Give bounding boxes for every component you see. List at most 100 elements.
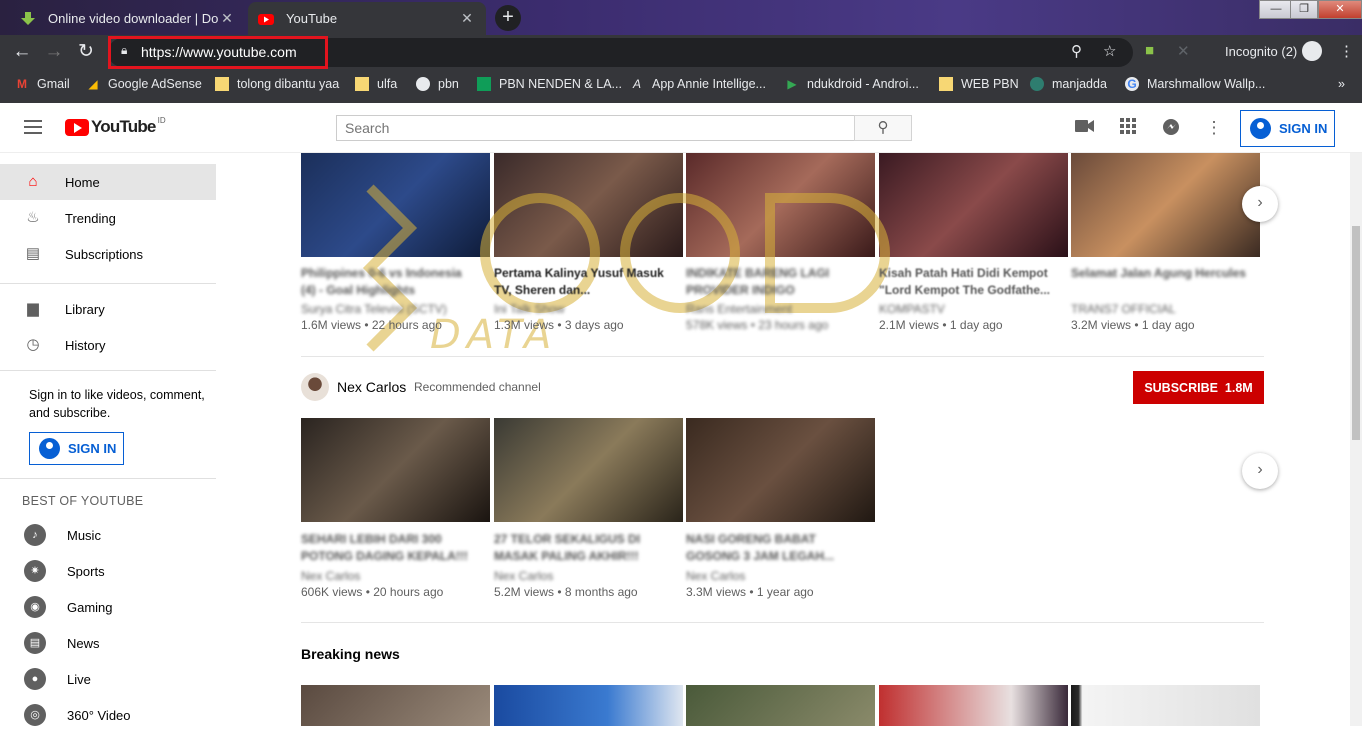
minimize-window-button[interactable]: — [1259, 0, 1293, 19]
search-button[interactable]: ⚲ [854, 115, 912, 141]
video-title[interactable]: Kisah Patah Hati Didi Kempot "Lord Kempo… [879, 265, 1057, 299]
video-title[interactable]: 27 TELOR SEKALIGUS DI MASAK PALING AKHIR… [494, 531, 672, 565]
sidebar-item-label: Live [67, 671, 91, 687]
sidebar-item-history[interactable]: ◷ History [0, 327, 216, 363]
video-title[interactable]: Selamat Jalan Agung Hercules [1071, 265, 1249, 282]
new-tab-button[interactable]: + [495, 5, 521, 31]
settings-dots-icon[interactable]: ⋮ [1203, 118, 1225, 138]
youtube-header: YouTube ID ⚲ ⋮ [0, 103, 1362, 153]
sidebar-item-label: Trending [65, 210, 116, 226]
video-title[interactable]: SEHARI LEBIH DARI 300 POTONG DAGING KEPA… [301, 531, 479, 565]
video-thumbnail[interactable] [1071, 153, 1260, 257]
sidebar-item-home[interactable]: ⌂ Home [0, 164, 216, 200]
video-thumbnail[interactable] [879, 685, 1068, 726]
scrollbar-thumb[interactable] [1352, 226, 1360, 440]
video-channel[interactable]: Nex Carlos [686, 569, 745, 583]
hamburger-menu-icon[interactable] [24, 120, 42, 134]
back-arrow-icon[interactable]: ← [10, 40, 34, 64]
video-channel[interactable]: Nex Carlos [494, 569, 553, 583]
browser-chrome: Online video downloader | Down ✕ YouTube… [0, 0, 1362, 103]
sidebar-item-subscriptions[interactable]: ▤ Subscriptions [0, 236, 216, 272]
sidebar-item-news[interactable]: ▤ News [0, 625, 216, 661]
zoom-search-icon[interactable]: ⚲ [1071, 42, 1082, 60]
incognito-label[interactable]: Incognito (2) [1225, 44, 1297, 59]
sign-in-button[interactable]: SIGN IN [1240, 110, 1335, 147]
video-title[interactable]: INDIKATE BARENG LAGI PROVIDER INDIGO [686, 265, 864, 299]
sidebar-item-music[interactable]: ♪ Music [0, 517, 216, 553]
video-thumbnail[interactable] [879, 153, 1068, 257]
video-thumbnail[interactable] [494, 685, 683, 726]
next-arrow-button[interactable]: › [1242, 186, 1278, 222]
video-thumbnail[interactable] [301, 418, 490, 522]
video-channel[interactable]: Ini Talk Show [494, 302, 564, 316]
sidebar-item-360[interactable]: ◎ 360° Video [0, 697, 216, 733]
bookmark-ndukdroid[interactable]: ▶ ndukdroid - Androi... [785, 77, 919, 91]
video-thumbnail[interactable] [1071, 685, 1260, 726]
messages-icon[interactable] [1160, 118, 1182, 141]
extension-x-icon[interactable]: ✕ [1177, 42, 1190, 60]
extension-icon[interactable]: ■ [1145, 42, 1154, 59]
video-meta: 1.6M views • 22 hours ago [301, 318, 442, 332]
video-channel[interactable]: Rans Entertainment [686, 302, 792, 316]
globe-icon [416, 77, 430, 91]
video-title[interactable]: Philippines 0-6 vs Indonesia (4) - Goal … [301, 265, 479, 299]
bookmark-sheets[interactable]: PBN NENDEN & LA... [477, 77, 622, 91]
close-tab-icon[interactable]: ✕ [218, 10, 236, 27]
sidebar-item-sports[interactable]: ✷ Sports [0, 553, 216, 589]
video-thumbnail[interactable] [494, 153, 683, 257]
sidebar-item-library[interactable]: ▆ Library [0, 291, 216, 327]
bookmark-adsense[interactable]: ◢ Google AdSense [86, 77, 201, 91]
youtube-logo[interactable]: YouTube ID [65, 116, 166, 137]
more-bookmarks-chevron-icon[interactable]: » [1338, 77, 1345, 91]
search-input[interactable] [336, 115, 855, 141]
tab-youtube[interactable]: YouTube ✕ [248, 2, 486, 35]
video-channel[interactable]: KOMPASTV [879, 302, 945, 316]
subscribe-button[interactable]: SUBSCRIBE 1.8M [1133, 371, 1264, 404]
sidebar-item-label: Library [65, 301, 105, 317]
tab-video-downloader[interactable]: Online video downloader | Down ✕ [10, 2, 246, 35]
bookmark-folder[interactable]: tolong dibantu yaa [215, 77, 339, 91]
forward-arrow-icon[interactable]: → [42, 40, 66, 64]
video-thumbnail[interactable] [494, 418, 683, 522]
next-arrow-button[interactable]: › [1242, 453, 1278, 489]
sidebar-item-gaming[interactable]: ◉ Gaming [0, 589, 216, 625]
channel-avatar[interactable] [301, 373, 329, 401]
bookmark-appannie[interactable]: A App Annie Intellige... [630, 77, 766, 91]
incognito-icon[interactable] [1302, 41, 1322, 61]
bookmark-manjadda[interactable]: manjadda [1030, 77, 1107, 91]
video-title[interactable]: NASI GORENG BABAT GOSONG 3 JAM LEGAH... [686, 531, 864, 565]
bookmark-folder[interactable]: WEB PBN [939, 77, 1019, 91]
video-channel[interactable]: TRANS7 OFFICIAL [1071, 302, 1176, 316]
bookmark-star-icon[interactable]: ☆ [1103, 42, 1116, 60]
menu-dots-icon[interactable]: ⋮ [1339, 42, 1354, 60]
sidebar-sign-in-button[interactable]: SIGN IN [29, 432, 124, 465]
video-channel[interactable]: Surya Citra Televisi (SCTV) [301, 302, 447, 316]
channel-name[interactable]: Nex Carlos [337, 379, 406, 395]
apps-grid-icon[interactable] [1117, 118, 1139, 139]
sign-in-label: SIGN IN [1279, 121, 1328, 136]
video-thumbnail[interactable] [301, 685, 490, 726]
bookmark-google[interactable]: G Marshmallow Wallp... [1125, 77, 1265, 91]
url-text[interactable]: https://www.youtube.com [141, 44, 297, 60]
maximize-window-button[interactable]: ❐ [1290, 0, 1318, 19]
video-thumbnail[interactable] [686, 685, 875, 726]
video-channel[interactable]: Nex Carlos [301, 569, 360, 583]
gaming-icon: ◉ [24, 596, 46, 618]
video-thumbnail[interactable] [686, 418, 875, 522]
section-divider [301, 622, 1264, 623]
bookmark-pbn[interactable]: pbn [416, 77, 459, 91]
sidebar-item-live[interactable]: ● Live [0, 661, 216, 697]
video-thumbnail[interactable] [686, 153, 875, 257]
reload-icon[interactable]: ↻ [74, 40, 98, 64]
folder-icon [215, 77, 229, 91]
bookmark-folder[interactable]: ulfa [355, 77, 397, 91]
sidebar-item-label: News [67, 635, 100, 651]
sidebar-item-trending[interactable]: ♨ Trending [0, 200, 216, 236]
video-thumbnail[interactable] [301, 153, 490, 257]
create-video-icon[interactable] [1074, 118, 1096, 138]
video-title[interactable]: Pertama Kalinya Yusuf Masuk TV, Sheren d… [494, 265, 672, 299]
close-tab-icon[interactable]: ✕ [458, 10, 476, 27]
bookmarks-bar: M Gmail ◢ Google AdSense tolong dibantu ya… [0, 69, 1362, 101]
bookmark-gmail[interactable]: M Gmail [15, 77, 70, 91]
close-window-button[interactable]: ✕ [1318, 0, 1362, 19]
